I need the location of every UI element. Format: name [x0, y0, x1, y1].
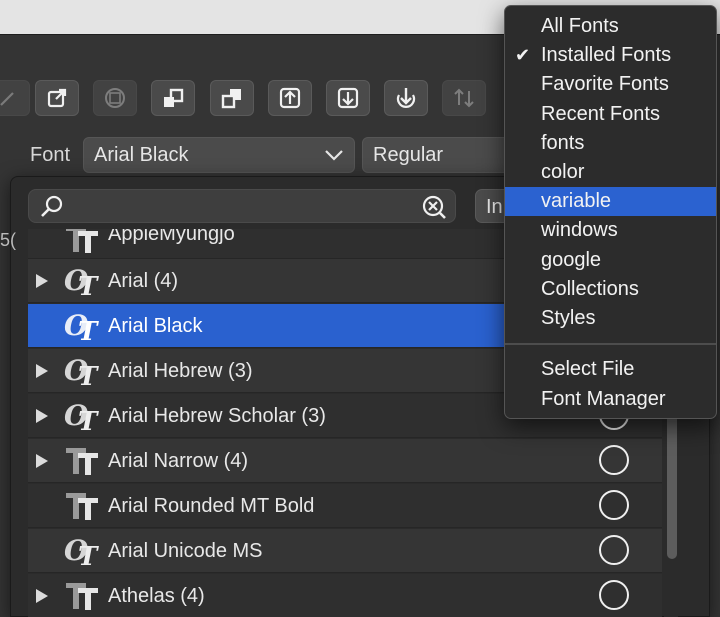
font-family-select[interactable]: Arial Black	[83, 137, 355, 173]
chevron-down-icon	[325, 150, 343, 161]
menu-item-all-fonts[interactable]: All Fonts	[505, 12, 716, 41]
menu-item-variable[interactable]: variable	[505, 187, 716, 217]
truetype-font-icon	[66, 229, 98, 253]
font-search-input[interactable]	[28, 189, 456, 223]
opentype-font-icon: OT	[64, 265, 99, 297]
disclosure-triangle-icon[interactable]	[36, 409, 48, 423]
menu-item-windows[interactable]: windows	[505, 216, 716, 245]
menu-item-label: Font Manager	[541, 388, 666, 410]
font-name: Arial (4)	[108, 270, 179, 292]
menu-item-label: Styles	[541, 307, 596, 329]
menu-item-label: variable	[541, 190, 612, 213]
bring-forward-icon	[164, 88, 184, 107]
download-button[interactable]	[326, 80, 370, 116]
truetype-font-icon	[66, 448, 98, 475]
opentype-font-icon: OT	[64, 310, 99, 342]
menu-item-select-file[interactable]: Select File	[505, 355, 716, 384]
font-name: Arial Hebrew Scholar (3)	[108, 405, 326, 427]
menu-item-styles[interactable]: Styles	[505, 304, 716, 333]
svg-text:T: T	[78, 407, 99, 432]
menu-item-color[interactable]: color	[505, 158, 716, 187]
menu-item-label: windows	[541, 219, 618, 242]
font-name: Arial Rounded MT Bold	[108, 495, 315, 517]
left-edge-fragment: 5(	[0, 230, 17, 250]
font-style-value: Regular	[373, 143, 444, 166]
favorite-toggle[interactable]	[599, 445, 629, 475]
svg-text:T: T	[78, 317, 99, 342]
download-icon	[337, 87, 359, 109]
grid-icon	[105, 88, 125, 108]
font-name: Arial Black	[108, 315, 203, 337]
send-backward-button[interactable]	[210, 80, 254, 116]
opentype-font-icon: OT	[64, 535, 99, 567]
menu-item-collections[interactable]: Collections	[505, 275, 716, 304]
download-circle-button[interactable]	[384, 80, 428, 116]
font-list-item[interactable]: Athelas (4)	[28, 574, 662, 617]
disclosure-triangle-icon[interactable]	[36, 589, 48, 603]
opentype-font-icon: OT	[64, 355, 99, 387]
bring-forward-button[interactable]	[151, 80, 195, 116]
font-name: Athelas (4)	[108, 585, 205, 607]
favorite-toggle[interactable]	[599, 490, 629, 520]
upload-icon	[279, 87, 301, 109]
open-external-icon	[47, 88, 67, 108]
font-list-item[interactable]: Arial Rounded MT Bold	[28, 484, 662, 528]
menu-item-font-manager[interactable]: Font Manager	[505, 385, 716, 414]
menu-item-label: All Fonts	[541, 15, 619, 37]
svg-text:T: T	[78, 542, 99, 567]
favorite-toggle[interactable]	[599, 580, 629, 610]
disclosure-triangle-icon[interactable]	[36, 274, 48, 288]
font-label: Font	[30, 144, 71, 166]
menu-separator	[505, 343, 716, 345]
menu-item-recent-fonts[interactable]: Recent Fonts	[505, 100, 716, 129]
swap-button[interactable]	[442, 80, 486, 116]
menu-item-label: Select File	[541, 358, 635, 380]
opentype-font-icon: OT	[64, 400, 99, 432]
swap-icon	[454, 88, 474, 108]
font-list-scroll-thumb[interactable]	[667, 402, 677, 559]
favorite-toggle[interactable]	[599, 535, 629, 565]
font-family-value: Arial Black	[94, 143, 189, 166]
menu-item-label: Collections	[541, 277, 639, 300]
menu-item-label: google	[541, 248, 602, 271]
disclosure-triangle-icon[interactable]	[36, 454, 48, 468]
menu-item-installed-fonts[interactable]: ✔ Installed Fonts	[505, 41, 716, 70]
menu-item-fonts[interactable]: fonts	[505, 129, 716, 158]
svg-text:T: T	[78, 272, 99, 297]
open-external-button[interactable]	[35, 80, 79, 116]
truetype-font-icon	[66, 493, 98, 520]
search-icon	[41, 195, 63, 217]
send-backward-icon	[221, 89, 241, 109]
download-circle-icon	[396, 88, 416, 108]
checkmark-icon: ✔	[515, 45, 531, 66]
font-name: Arial Narrow (4)	[108, 450, 249, 472]
font-list-item[interactable]: O T Arial Unicode MS	[28, 529, 662, 573]
menu-item-label: Recent Fonts	[541, 102, 660, 125]
truetype-font-icon	[66, 583, 98, 610]
font-name: AppleMyungjo	[108, 229, 235, 245]
edit-icon	[0, 92, 14, 106]
grid-button[interactable]	[93, 80, 137, 116]
menu-item-label: fonts	[541, 131, 585, 154]
font-list-item[interactable]: Arial Narrow (4)	[28, 439, 662, 483]
font-name: Arial Hebrew (3)	[108, 360, 253, 382]
menu-item-label: Favorite Fonts	[541, 73, 669, 96]
svg-text:T: T	[78, 362, 99, 387]
disclosure-triangle-icon[interactable]	[36, 364, 48, 378]
clear-search-icon[interactable]	[421, 194, 447, 220]
menu-item-label: color	[541, 161, 585, 183]
font-name: Arial Unicode MS	[108, 540, 263, 562]
menu-item-favorite-fonts[interactable]: Favorite Fonts	[505, 70, 716, 99]
menu-item-google[interactable]: google	[505, 246, 716, 275]
edit-button[interactable]	[0, 80, 30, 116]
upload-button[interactable]	[268, 80, 312, 116]
menu-item-label: Installed Fonts	[541, 44, 672, 67]
